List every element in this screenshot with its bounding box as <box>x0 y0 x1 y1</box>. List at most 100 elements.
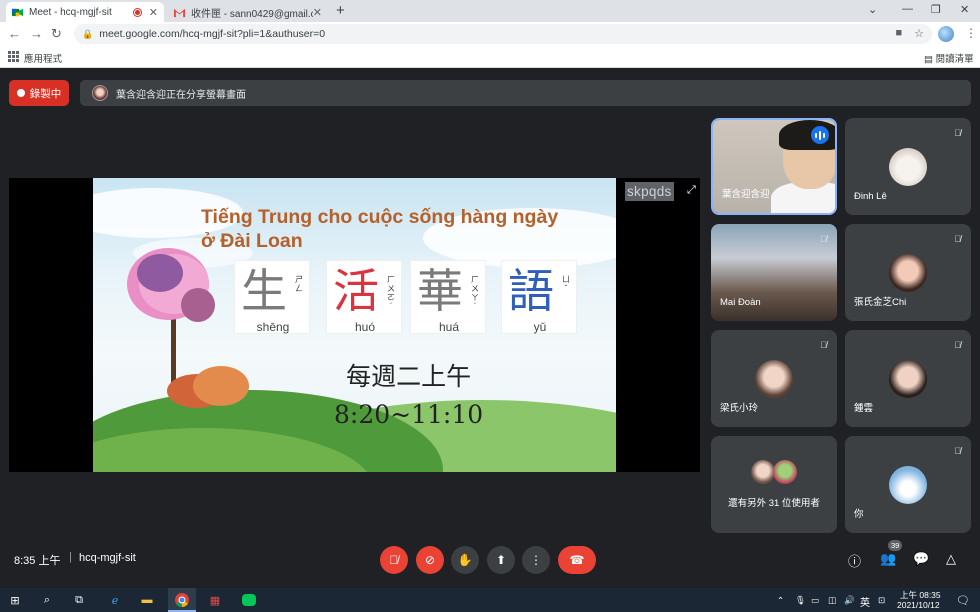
notification-icon[interactable]: 🗨 <box>956 594 970 607</box>
mic-toggle-button[interactable]: 🎙̸ <box>380 546 408 574</box>
minimize-icon[interactable]: — <box>902 3 913 15</box>
tree-trunk <box>171 308 176 388</box>
browser-menu-icon[interactable]: ⋮ <box>965 26 977 40</box>
avatar <box>889 360 927 398</box>
participant-name: 你 <box>854 509 864 520</box>
meeting-details-button[interactable]: ⓘ <box>848 551 861 570</box>
tray-volume-icon[interactable]: 🔊 <box>844 595 855 606</box>
tree-foliage <box>181 288 215 322</box>
bookmark-star-icon[interactable]: ☆ <box>914 27 924 40</box>
recording-badge[interactable]: 錄製中 <box>9 80 69 106</box>
profile-avatar[interactable] <box>938 26 954 42</box>
tab-title: 收件匣 - sann0429@gmail.com <box>191 8 313 20</box>
tray-ime-icon[interactable]: ⊡ <box>878 595 885 606</box>
participant-name: 葉含迎含迎 <box>722 189 770 200</box>
search-button[interactable]: ⌕ <box>34 588 60 612</box>
leave-call-button[interactable]: ☎ <box>558 546 596 574</box>
separator: | <box>69 551 72 563</box>
taskbar-explorer[interactable]: ▬ <box>134 588 160 612</box>
presenting-text: 葉含迎含迎正在分享螢幕畫面 <box>116 89 246 101</box>
avatar <box>889 148 927 186</box>
app-grid-icon: ▦ <box>209 594 221 607</box>
camera-toggle-button[interactable]: ⊘ <box>416 546 444 574</box>
clock-date[interactable]: 2021/10/12 <box>897 600 940 610</box>
close-tab-icon[interactable]: ✕ <box>149 6 158 19</box>
mic-off-icon: 🎙̸ <box>820 340 827 350</box>
tray-display-icon[interactable]: ▭ <box>811 595 819 606</box>
mic-off-icon: 🎙̸ <box>954 128 961 138</box>
people-button[interactable]: 👥 <box>880 551 896 567</box>
recording-indicator-icon <box>133 8 141 16</box>
more-participants-tile[interactable]: 還有另外 31 位使用者 <box>711 436 837 533</box>
record-dot-icon <box>16 89 25 97</box>
zhuyin: ㄩˇ <box>562 275 570 293</box>
character-card: 生 ㄕㄥ shēng <box>234 260 310 334</box>
new-tab-button[interactable]: + <box>336 2 345 19</box>
tab-meet[interactable]: Meet - hcq-mgjf-sit ✕ <box>6 2 164 22</box>
hand-icon: ✋ <box>457 553 473 567</box>
hanzi: 活 <box>333 264 379 318</box>
ime-indicator[interactable]: 英 <box>860 594 870 609</box>
file-explorer-icon: ▬ <box>141 594 153 606</box>
reading-list-button[interactable]: ▤ 閱讀清單 <box>924 51 974 65</box>
line-icon <box>242 594 256 606</box>
chat-icon: 💬 <box>913 551 930 566</box>
participant-tile[interactable]: 🎙̸ 張氏金芝Chi <box>845 224 971 321</box>
hanzi: 語 <box>508 264 554 318</box>
taskbar-line[interactable] <box>236 588 262 612</box>
windows-logo-icon: ⊞ <box>10 594 20 607</box>
reload-icon[interactable]: ↻ <box>51 26 62 42</box>
zhuyin: ㄕㄥ <box>295 275 303 293</box>
start-button[interactable]: ⊞ <box>0 588 30 612</box>
participant-tile[interactable]: 🎙̸ 梁氏小玲 <box>711 330 837 427</box>
tray-chevron-icon[interactable]: ⌃ <box>777 595 784 606</box>
avatar <box>889 254 927 292</box>
restore-icon[interactable]: ❐ <box>931 3 941 16</box>
more-vert-icon: ⋮ <box>530 553 542 567</box>
camera-in-use-icon[interactable]: ■ <box>895 27 902 40</box>
mic-off-icon: 🎙̸ <box>954 340 961 350</box>
present-button[interactable]: ⬆ <box>487 546 515 574</box>
tree-foliage <box>137 254 183 292</box>
participant-name: 梁氏小玲 <box>720 403 759 414</box>
participant-tile[interactable]: 葉含迎含迎 <box>711 118 837 215</box>
search-icon: ⌕ <box>43 593 51 606</box>
slide-title: Tiếng Trung cho cuộc sống hàng ngày ở Đà… <box>201 205 616 253</box>
more-participants-label: 還有另外 31 位使用者 <box>728 498 820 509</box>
expand-icon[interactable]: ⤢ <box>687 184 696 197</box>
people-icon: 👥 <box>880 551 897 566</box>
activities-button[interactable]: △ <box>946 551 956 567</box>
tray-network-icon[interactable]: ◫ <box>828 595 836 606</box>
participant-tile[interactable]: 🎙̸ Đinh Lê <box>845 118 971 215</box>
chat-button[interactable]: 💬 <box>913 551 929 567</box>
recording-label: 錄製中 <box>29 87 62 100</box>
raise-hand-button[interactable]: ✋ <box>451 546 479 574</box>
participant-tile[interactable]: 🎙̸ 鍾雲 <box>845 330 971 427</box>
mic-off-icon: 🎙̸ <box>820 234 827 244</box>
tray-mic-icon[interactable]: 🎙 <box>795 595 806 606</box>
bookmarks-bar: 應用程式 ▤ 閱讀清單 <box>0 46 980 68</box>
task-view-button[interactable]: ⧉ <box>66 588 92 612</box>
avatar <box>755 360 793 398</box>
participant-tile[interactable]: 🎙̸ Mai Đoàn <box>711 224 837 321</box>
taskbar-app[interactable]: ▦ <box>202 588 228 612</box>
orange-bush <box>193 366 249 406</box>
tab-gmail[interactable]: 收件匣 - sann0429@gmail.com ✕ <box>168 2 328 22</box>
self-tile[interactable]: 🎙̸ 你 <box>845 436 971 533</box>
slide-title-line1: Tiếng Trung cho cuộc sống hàng ngày <box>201 206 559 228</box>
meeting-code: hcq-mgjf-sit <box>79 552 136 564</box>
tab-search-icon[interactable]: ⌄ <box>868 3 877 16</box>
close-window-icon[interactable]: ✕ <box>960 3 969 16</box>
tab-strip: Meet - hcq-mgjf-sit ✕ 收件匣 - sann0429@gma… <box>0 0 980 22</box>
meeting-time: 8:35 上午 <box>14 555 61 567</box>
back-icon[interactable]: ← <box>8 26 21 41</box>
forward-icon[interactable]: → <box>30 26 43 41</box>
taskbar-ie[interactable]: ℯ <box>102 588 128 612</box>
more-options-button[interactable]: ⋮ <box>522 546 550 574</box>
url-field[interactable]: 🔒 meet.google.com/hcq-mgjf-sit?pli=1&aut… <box>74 24 932 44</box>
participant-name: 鍾雲 <box>854 403 874 414</box>
taskbar-chrome[interactable] <box>168 588 196 612</box>
close-tab-icon[interactable]: ✕ <box>313 6 322 19</box>
apps-grid-icon[interactable] <box>8 51 19 62</box>
apps-bookmark[interactable]: 應用程式 <box>24 51 62 65</box>
